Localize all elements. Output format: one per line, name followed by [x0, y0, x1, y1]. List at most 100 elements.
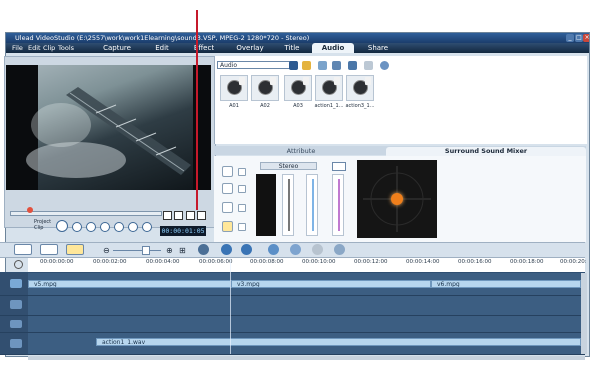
timeline-options-icon[interactable] — [14, 260, 23, 269]
center-slider[interactable] — [332, 174, 344, 236]
sort-icon[interactable] — [332, 61, 341, 70]
balance-slider[interactable] — [306, 174, 318, 236]
insert-media-icon[interactable] — [198, 244, 209, 255]
annotation-pointer-line — [196, 10, 198, 210]
enlarge-preview-icon[interactable] — [197, 211, 206, 220]
overlay-track-lane[interactable] — [28, 296, 585, 316]
zoom-in-icon[interactable]: ⊕ — [166, 246, 173, 255]
audio-clip-thumb[interactable] — [315, 75, 343, 101]
redo-icon[interactable] — [241, 244, 252, 255]
clip-label: A03 — [293, 103, 303, 109]
speaker-icon[interactable] — [238, 168, 246, 176]
play-button[interactable] — [56, 220, 68, 232]
timeline-video-clip[interactable]: v3.mpg — [231, 280, 431, 288]
tab-share[interactable]: Share — [358, 43, 398, 53]
tab-effect[interactable]: Effect — [184, 43, 224, 53]
storyboard-view-button[interactable] — [14, 244, 32, 255]
tab-edit[interactable]: Edit — [142, 43, 182, 53]
zoom-out-icon[interactable]: ⊖ — [103, 246, 110, 255]
tab-surround-sound-mixer[interactable]: Surround Sound Mixer — [386, 147, 586, 156]
dropdown-arrow-icon[interactable] — [289, 61, 298, 70]
mark-in-icon[interactable] — [163, 211, 172, 220]
menu-tools[interactable]: Tools — [58, 43, 74, 53]
expand-icon[interactable] — [380, 61, 389, 70]
minimize-icon[interactable]: _ — [566, 34, 574, 42]
voice-track-icon[interactable] — [222, 202, 233, 213]
voice-track-lane[interactable] — [28, 316, 585, 333]
preview-scrubber[interactable] — [10, 211, 162, 216]
audio-view-button[interactable] — [66, 244, 84, 255]
pan-position-dot[interactable] — [391, 193, 403, 205]
timeline-view-button[interactable] — [40, 244, 58, 255]
vertical-scrollbar[interactable] — [581, 273, 587, 354]
horizontal-scrollbar[interactable] — [28, 356, 585, 360]
speaker-icon[interactable] — [238, 204, 246, 212]
music-track-icon[interactable] — [222, 221, 233, 232]
menu-clip[interactable]: Clip — [43, 43, 55, 53]
split-clip-icon[interactable] — [186, 211, 195, 220]
previous-button[interactable] — [86, 222, 96, 232]
menu-file[interactable]: File — [12, 43, 23, 53]
repeat-button[interactable] — [128, 222, 138, 232]
delete-icon[interactable] — [364, 61, 373, 70]
ruler-tick: 00:00:20: — [560, 259, 587, 265]
enable-ripple-icon[interactable] — [334, 244, 345, 255]
options-icon[interactable] — [348, 61, 357, 70]
close-icon[interactable]: × — [583, 34, 589, 42]
volume-slider[interactable] — [282, 174, 294, 236]
music-note-icon — [10, 339, 22, 348]
library-category-select[interactable]: Audio — [217, 61, 297, 69]
window-title: Ulead VideoStudio (E:\2557\work\work1Ele… — [15, 34, 310, 42]
clip-label: action1_1... — [314, 103, 344, 109]
audio-mixer-icon[interactable] — [290, 244, 301, 255]
menu-edit[interactable]: Edit — [28, 43, 41, 53]
tab-attribute[interactable]: Attribute — [216, 147, 386, 156]
audio-clip-thumb[interactable] — [220, 75, 248, 101]
ruler-tick: 00:00:06:00 — [199, 259, 233, 265]
preview-mode-toggle[interactable]: Project Clip — [34, 219, 51, 231]
speaker-icon[interactable] — [238, 185, 246, 193]
ruler-tick: 00:00:08:00 — [250, 259, 284, 265]
record-capture-icon[interactable] — [268, 244, 279, 255]
overlay-track-icon — [10, 300, 22, 309]
timeline-video-clip[interactable]: v5.mpg — [28, 280, 231, 288]
end-button[interactable] — [114, 222, 124, 232]
video-preview — [6, 65, 211, 190]
clip-label: action3_1... — [345, 103, 375, 109]
timeline-audio-clip[interactable]: action1_1.wav — [96, 338, 581, 346]
folder-icon[interactable] — [302, 61, 311, 70]
clip-label: A02 — [260, 103, 270, 109]
audio-clip-thumb[interactable] — [346, 75, 374, 101]
zoom-slider-thumb[interactable] — [142, 246, 150, 255]
fit-project-icon[interactable]: ⊞ — [179, 246, 186, 255]
video-track-icon[interactable] — [222, 166, 233, 177]
next-button[interactable] — [100, 222, 110, 232]
ruler-tick: 00:00:10:00 — [302, 259, 336, 265]
speaker-icon[interactable] — [238, 223, 246, 231]
timeline-video-clip[interactable]: v6.mpg — [431, 280, 581, 288]
undo-icon[interactable] — [221, 244, 232, 255]
auto-music-icon[interactable] — [312, 244, 323, 255]
tab-title[interactable]: Title — [274, 43, 310, 53]
overlay-track-icon[interactable] — [222, 183, 233, 194]
audio-clip-thumb[interactable] — [251, 75, 279, 101]
zoom-slider[interactable] — [113, 250, 161, 251]
title-bar: Ulead VideoStudio (E:\2557\work\work1Ele… — [6, 33, 589, 43]
maximize-icon[interactable]: □ — [575, 34, 583, 42]
volume-button[interactable] — [142, 222, 152, 232]
import-icon[interactable] — [318, 61, 327, 70]
ruler-tick: 00:00:14:00 — [406, 259, 440, 265]
tab-audio[interactable]: Audio — [312, 43, 354, 53]
surround-panning-grid[interactable] — [357, 160, 437, 238]
audio-clip-thumb[interactable] — [284, 75, 312, 101]
tab-capture[interactable]: Capture — [94, 43, 140, 53]
trim-marker-icon[interactable] — [27, 207, 33, 213]
mark-out-icon[interactable] — [174, 211, 183, 220]
tab-overlay[interactable]: Overlay — [228, 43, 272, 53]
ruler-tick: 00:00:02:00 — [93, 259, 127, 265]
mixer-play-button[interactable] — [332, 162, 346, 171]
clip-mode-label: Clip — [34, 225, 44, 231]
timecode-display[interactable]: 00:00:01:05 — [160, 226, 206, 236]
timeline-playhead[interactable] — [230, 258, 231, 354]
home-button[interactable] — [72, 222, 82, 232]
